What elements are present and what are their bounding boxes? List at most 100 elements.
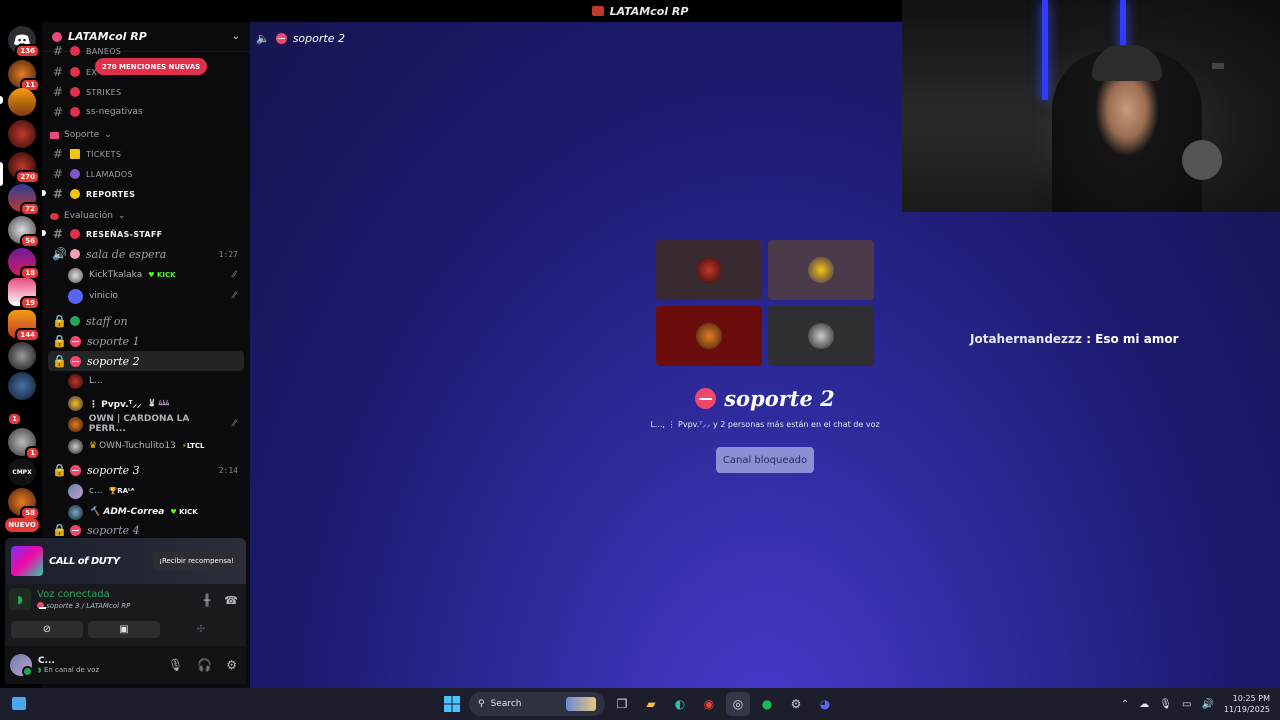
chat-user: Jotahernandezzz [970, 332, 1083, 346]
microphone-icon[interactable]: 🎙 [1159, 699, 1172, 710]
game-promo-banner[interactable]: CALL of DUTY ¡Recibir recompensa! [5, 538, 246, 584]
spotify-icon[interactable]: ● [755, 692, 779, 716]
claim-reward-button[interactable]: ¡Recibir recompensa! [153, 552, 240, 570]
network-icon[interactable]: ▭ [1182, 699, 1191, 710]
channel-emoji-icon [70, 46, 80, 56]
channel-locked-button[interactable]: Canal bloqueado [716, 447, 814, 473]
voice-user-name-text: ADM-Correa [103, 507, 165, 517]
server-icon[interactable]: 270 [8, 152, 40, 184]
server-icon[interactable]: 72 [8, 184, 40, 216]
activities-button[interactable]: ✣ [165, 621, 237, 638]
tag-label: LTCL [186, 442, 205, 450]
voice-user[interactable]: ♛ OWN-Tuchulito13 ⚡LTCL [68, 436, 244, 456]
discord-icon[interactable]: ◕ [813, 692, 837, 716]
voice-channel-soporte-1[interactable]: 🔒 soporte 1 [48, 331, 244, 351]
desktop-widget-icon[interactable] [12, 697, 26, 710]
channel-baneos[interactable]: # BANEOS [48, 44, 244, 58]
server-icon[interactable]: 58 [8, 488, 40, 520]
voice-user[interactable]: L... [68, 371, 244, 391]
taskbar-search[interactable]: ⚲ Search [469, 692, 605, 716]
channel-strikes[interactable]: # STRIKES [48, 82, 244, 102]
channel-resenas-staff[interactable]: # RESEÑAS-STAFF [48, 224, 244, 244]
server-icon[interactable] [8, 120, 36, 148]
webcam-background [902, 0, 1032, 212]
chevron-up-icon[interactable]: ⌃ [1121, 699, 1129, 710]
home-button[interactable]: 136 [8, 26, 40, 58]
server-icon[interactable]: 11 [8, 60, 40, 92]
voice-user[interactable]: OWN | CARDONA LA PERR... ⁄⁄ [68, 414, 244, 434]
voice-channel-staff-on[interactable]: 🔒 staff on [48, 311, 244, 331]
voice-status[interactable]: ◗ Voz conectada soporte 3 / LATAMcol RP [9, 588, 130, 610]
voice-connection-panel: ◗ Voz conectada soporte 3 / LATAMcol RP … [5, 584, 246, 646]
server-icon[interactable]: 19 [8, 278, 40, 310]
voice-channel-sala-espera[interactable]: 🔊 sala de espera 1:27 [48, 244, 244, 264]
task-view-icon[interactable]: ❐ [610, 692, 634, 716]
participant-tile[interactable] [768, 306, 874, 366]
channel-emoji-icon [70, 249, 80, 259]
server-badge: 19 [20, 296, 40, 310]
voice-channel-soporte-2[interactable]: 🔒 soporte 2 [48, 351, 244, 371]
server-icon[interactable] [8, 342, 36, 370]
server-icon[interactable]: 1 [8, 428, 40, 460]
voice-user[interactable]: 🔨 ADM-Correa ♥ KICK [68, 502, 244, 522]
new-mentions-button[interactable]: 270 MENCIONES NUEVAS [95, 58, 208, 75]
user-status-label: En canal de voz [43, 666, 100, 674]
camera-off-button[interactable]: ⊘ [11, 621, 83, 638]
channel-reportes[interactable]: # REPORTES [48, 184, 244, 204]
channel-label: soporte 4 [87, 524, 140, 536]
gear-icon[interactable]: ⚙ [226, 658, 237, 672]
participant-tile[interactable] [656, 306, 762, 366]
hash-icon: # [52, 147, 64, 161]
stop-sign-icon [37, 602, 46, 609]
category-evaluacion[interactable]: Evaluación ⌄ [50, 208, 125, 224]
channel-label: sala de espera [86, 247, 167, 261]
screen-share-button[interactable]: ▣ [88, 621, 160, 638]
steam-icon[interactable]: ⚙ [784, 692, 808, 716]
file-explorer-icon[interactable]: ▰ [639, 692, 663, 716]
new-label[interactable]: NUEVO [5, 518, 39, 532]
lock-icon: 🔒 [52, 463, 67, 477]
server-icon[interactable]: CMPX [8, 458, 36, 486]
server-icon[interactable]: 144 [8, 310, 40, 342]
edge-icon[interactable]: ◐ [668, 692, 692, 716]
voice-user[interactable]: KickTkalaka ♥ KICK ⁄⁄ [68, 265, 244, 285]
channel-tickets[interactable]: # TICKETS [48, 144, 244, 164]
chrome-icon[interactable]: ◉ [697, 692, 721, 716]
participant-tile[interactable] [768, 240, 874, 300]
server-icon[interactable] [8, 88, 36, 116]
channel-emoji-icon [70, 107, 80, 117]
participant-tile[interactable] [656, 240, 762, 300]
category-soporte[interactable]: Soporte ⌄ [50, 127, 112, 143]
avatar [68, 288, 83, 304]
disconnect-icon[interactable]: ☎ [224, 594, 238, 607]
server-icon[interactable] [8, 372, 36, 400]
speaker-icon: 🔈 [256, 31, 270, 45]
avatar [696, 257, 722, 283]
voice-user[interactable]: c... 🏆RAᴸᴬ [68, 481, 244, 501]
noise-suppression-icon[interactable]: ╫ [204, 594, 211, 607]
cloud-icon[interactable]: ☁ [1139, 699, 1149, 710]
channel-ss-negativas[interactable]: # ss-negativas [48, 102, 244, 122]
room-subtitle: L..., ⋮ Pvpv.ᵀ⸝⸝ y 2 personas más están … [650, 420, 880, 429]
server-icon[interactable]: 18 [8, 248, 40, 280]
obs-icon[interactable]: ◎ [726, 692, 750, 716]
microphone-icon[interactable]: 🎙 [168, 658, 183, 672]
room-title: soporte 2 [250, 386, 1280, 411]
voice-user[interactable]: ⋮ Pvpv.ᵀ⸝⸝ 🐰 ﾑﾑﾑ [68, 393, 244, 413]
channel-llamados[interactable]: # LLAMADOS [48, 164, 244, 184]
hash-icon: # [52, 105, 64, 119]
avatar[interactable] [10, 654, 33, 677]
window-title: LATAMcol RP [609, 4, 689, 18]
voice-channel-soporte-4[interactable]: 🔒 soporte 4 [48, 524, 244, 536]
taskbar-clock[interactable]: 10:25 PM 11/19/2025 [1224, 693, 1270, 715]
channel-label: soporte 1 [87, 334, 140, 348]
selected-pill [0, 162, 3, 186]
avatar [68, 373, 83, 389]
windows-start-icon[interactable] [440, 692, 464, 716]
volume-icon[interactable]: 🔊 [1201, 699, 1213, 710]
voice-user[interactable]: vinicio ⁄⁄ [68, 286, 244, 306]
avatar [68, 267, 83, 283]
voice-channel-soporte-3[interactable]: 🔒 soporte 3 2:14 [48, 460, 244, 480]
headphones-icon[interactable]: 🎧 [197, 658, 212, 672]
server-icon[interactable]: 56 [8, 216, 40, 248]
